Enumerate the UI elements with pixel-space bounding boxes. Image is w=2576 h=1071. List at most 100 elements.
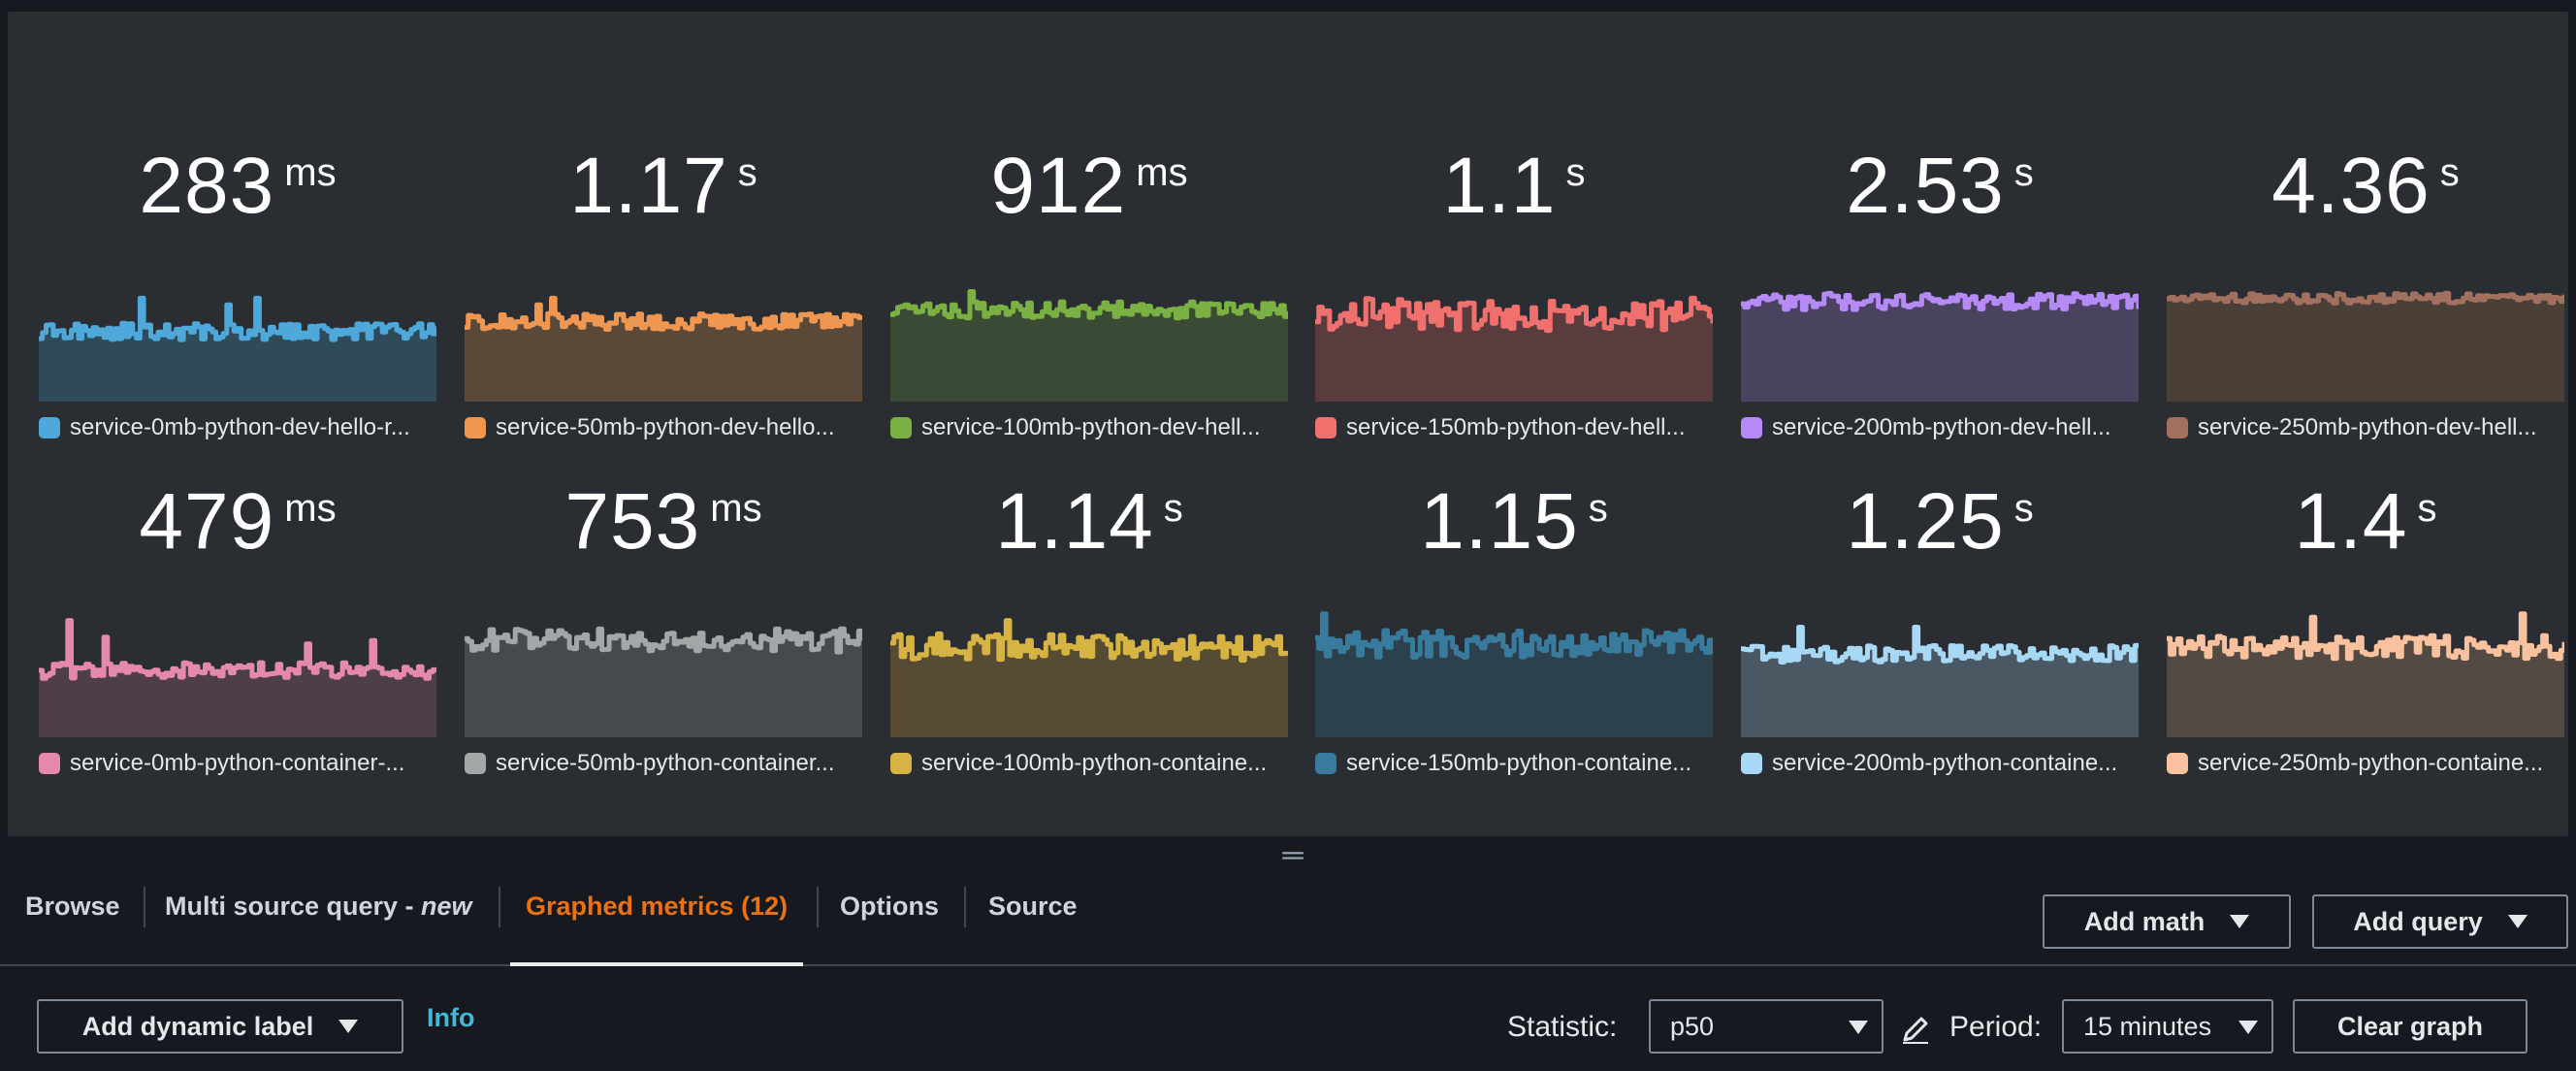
legend-item[interactable]: service-100mb-python-dev-hell... — [890, 413, 1288, 442]
legend-swatch — [465, 753, 486, 774]
metric-number: 283 — [139, 142, 275, 230]
info-link[interactable]: Info — [427, 1003, 474, 1033]
metric-value: 1.25 s — [1741, 473, 2139, 570]
clear-graph-button[interactable]: Clear graph — [2293, 999, 2528, 1054]
metric-unit: s — [2013, 151, 2034, 194]
legend-swatch — [2167, 417, 2188, 438]
legend-item[interactable]: service-0mb-python-container-... — [39, 749, 436, 778]
metric-unit: ms — [1136, 151, 1188, 194]
sparkline-area — [2167, 613, 2564, 737]
metric-number: 1.14 — [995, 477, 1154, 566]
legend-label: service-150mb-python-dev-hell... — [1346, 414, 1686, 440]
legend-label: service-200mb-python-dev-hell... — [1772, 414, 2111, 440]
metric-number: 2.53 — [1846, 142, 2005, 230]
legend-label: service-200mb-python-containe... — [1772, 750, 2118, 776]
metric-value: 1.1 s — [1315, 138, 1713, 235]
legend-item[interactable]: service-150mb-python-dev-hell... — [1315, 413, 1713, 442]
legend-swatch — [465, 417, 486, 438]
tab-multi-source-query[interactable]: Multi source query - new — [165, 873, 472, 964]
metric-unit: s — [1163, 487, 1183, 530]
sparkline-chart — [465, 626, 862, 737]
metric-unit: ms — [710, 487, 762, 530]
add-query-button[interactable]: Add query — [2312, 894, 2568, 949]
metric-value: 283 ms — [39, 138, 436, 235]
period-select[interactable]: 15 minutes — [2062, 999, 2273, 1054]
sparkline-chart — [39, 295, 436, 402]
metric-number: 4.36 — [2271, 142, 2431, 230]
legend-swatch — [1741, 753, 1762, 774]
legend-item[interactable]: service-0mb-python-dev-hello-r... — [39, 413, 436, 442]
tab-options[interactable]: Options — [840, 873, 939, 964]
metric-number: 753 — [564, 477, 701, 566]
metric-value: 1.14 s — [890, 473, 1288, 570]
metric-unit: s — [1588, 487, 1608, 530]
graph-panel: 283 ms service-0mb-python-dev-hello-r... 1.… — [8, 12, 2568, 836]
chevron-down-icon — [2507, 915, 2528, 928]
legend-swatch — [2167, 753, 2188, 774]
legend-label: service-150mb-python-containe... — [1346, 750, 1692, 776]
add-dynamic-label-button[interactable]: Add dynamic label — [37, 999, 403, 1054]
legend-item[interactable]: service-200mb-python-containe... — [1741, 749, 2139, 778]
legend-swatch — [1741, 417, 1762, 438]
metric-value: 479 ms — [39, 473, 436, 570]
metric-number: 912 — [990, 142, 1127, 230]
sparkline-chart — [2167, 611, 2564, 737]
legend-item[interactable]: service-50mb-python-dev-hello... — [465, 413, 862, 442]
statistic-label: Statistic: — [1507, 1011, 1618, 1043]
metric-number: 1.4 — [2294, 477, 2408, 566]
legend-label: service-50mb-python-dev-hello... — [496, 414, 835, 440]
tab-new-tag: new — [421, 892, 472, 921]
legend-item[interactable]: service-50mb-python-container... — [465, 749, 862, 778]
statistic-value: p50 — [1670, 1011, 1715, 1041]
metric-value: 1.15 s — [1315, 473, 1713, 570]
metric-unit: s — [2417, 487, 2437, 530]
sparkline-chart — [2167, 290, 2564, 402]
pencil-icon[interactable] — [1899, 1013, 1932, 1046]
metric-unit: s — [2439, 151, 2460, 194]
add-query-label: Add query — [2353, 906, 2483, 936]
legend-label: service-100mb-python-containe... — [921, 750, 1268, 776]
sparkline-area — [2167, 293, 2564, 402]
tab-source[interactable]: Source — [988, 873, 1078, 964]
legend-item[interactable]: service-250mb-python-dev-hell... — [2167, 413, 2564, 442]
tab-graphed-metrics[interactable]: Graphed metrics (12) — [509, 873, 804, 966]
period-value: 15 minutes — [2083, 1011, 2212, 1041]
legend-swatch — [39, 753, 60, 774]
tab-divider — [964, 887, 966, 927]
metric-value: 753 ms — [465, 473, 862, 570]
chevron-down-icon — [1849, 1021, 1868, 1034]
add-math-label: Add math — [2083, 906, 2206, 936]
sparkline-line — [890, 618, 1288, 663]
sparkline-area — [890, 620, 1288, 737]
chevron-down-icon — [2238, 1021, 2258, 1034]
legend-label: service-0mb-python-dev-hello-r... — [70, 414, 410, 440]
sparkline-chart — [890, 289, 1288, 402]
statistic-select[interactable]: p50 — [1649, 999, 1884, 1054]
sparkline-chart — [890, 618, 1288, 737]
legend-item[interactable]: service-100mb-python-containe... — [890, 749, 1288, 778]
tab-browse[interactable]: Browse — [25, 873, 120, 964]
legend-item[interactable]: service-200mb-python-dev-hell... — [1741, 413, 2139, 442]
sparkline-line — [2167, 611, 2564, 662]
add-math-button[interactable]: Add math — [2043, 894, 2291, 949]
metric-value: 1.4 s — [2167, 473, 2564, 570]
chevron-down-icon — [338, 1020, 359, 1033]
legend-item[interactable]: service-250mb-python-containe... — [2167, 749, 2564, 778]
metric-value: 2.53 s — [1741, 138, 2139, 235]
legend-label: service-250mb-python-containe... — [2198, 750, 2544, 776]
legend-swatch — [1315, 417, 1336, 438]
tab-divider — [499, 887, 500, 927]
add-dynamic-label-text: Add dynamic label — [81, 1011, 314, 1041]
resize-handle-icon[interactable]: ═ — [1278, 841, 1307, 870]
sparkline-area — [39, 620, 436, 737]
metric-unit: ms — [284, 151, 337, 194]
metric-value: 912 ms — [890, 138, 1288, 235]
legend-label: service-0mb-python-container-... — [70, 750, 405, 776]
legend-item[interactable]: service-150mb-python-containe... — [1315, 749, 1713, 778]
sparkline-line — [39, 618, 436, 681]
metric-value: 1.17 s — [465, 138, 862, 235]
tab-divider — [817, 887, 819, 927]
period-label: Period: — [1949, 1011, 2043, 1043]
metric-unit: s — [1565, 151, 1586, 194]
sparkline-chart — [465, 295, 862, 402]
